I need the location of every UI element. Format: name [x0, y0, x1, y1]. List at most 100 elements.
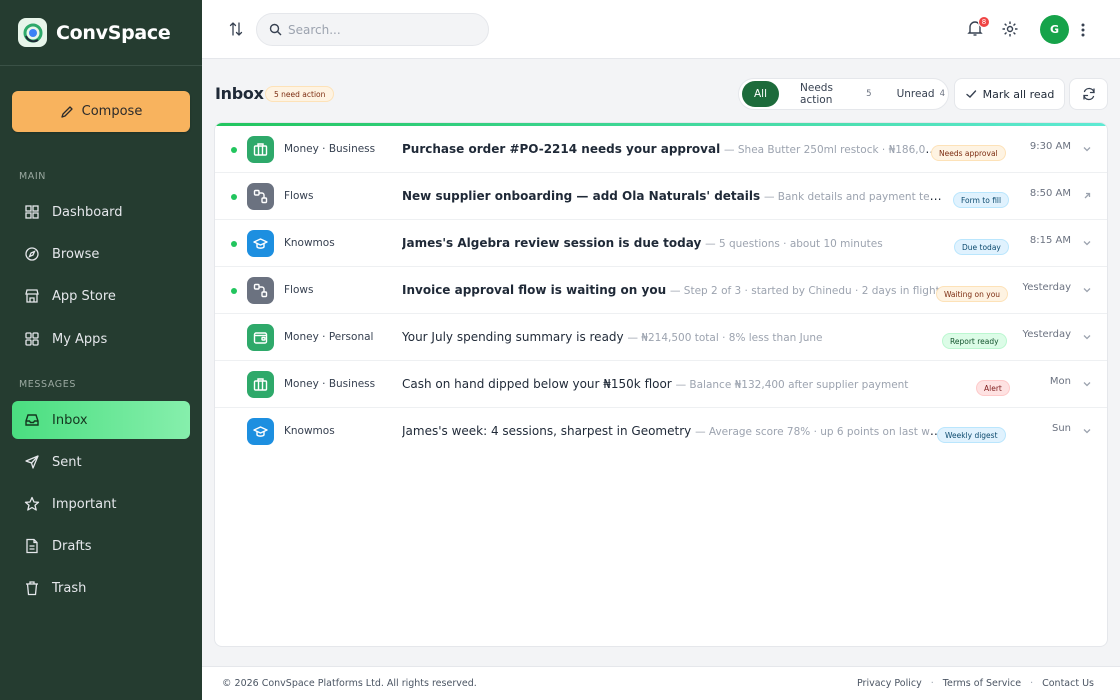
status-badge: Weekly digest	[937, 427, 1006, 443]
message-source: Money · Personal	[284, 331, 374, 343]
tab-unread[interactable]: Unread 4	[897, 81, 945, 107]
message-row[interactable]: Knowmos James's Algebra review session i…	[215, 220, 1107, 267]
settings-button[interactable]	[1001, 20, 1021, 40]
top-bar: 8 G	[202, 0, 1120, 59]
refresh-button[interactable]	[1069, 78, 1108, 110]
message-subject-line: Cash on hand dipped below your ₦150k flo…	[402, 377, 942, 391]
more-options-icon[interactable]	[1076, 20, 1090, 40]
chevron-down-icon[interactable]	[1081, 284, 1093, 296]
message-source: Knowmos	[284, 237, 335, 249]
status-badge: Waiting on you	[936, 286, 1009, 302]
copyright-text: © 2026 ConvSpace Platforms Ltd. All righ…	[222, 678, 477, 689]
sidebar-item-drafts[interactable]: Drafts	[12, 527, 190, 565]
search-input[interactable]	[288, 22, 478, 37]
tab-label: All	[754, 88, 768, 100]
message-preview: — Balance ₦132,400 after supplier paymen…	[675, 379, 909, 391]
compose-button[interactable]: Compose	[12, 91, 190, 132]
chevron-down-icon[interactable]	[1081, 143, 1093, 155]
sidebar-item-dashboard[interactable]: Dashboard	[12, 193, 190, 231]
avatar[interactable]: G	[1040, 15, 1069, 44]
sidebar-item-inbox[interactable]: Inbox	[12, 401, 190, 439]
sidebar-item-label: Dashboard	[52, 204, 123, 220]
chevron-down-icon[interactable]	[1081, 378, 1093, 390]
tab-count: 5	[866, 89, 872, 99]
page-title: Inbox	[215, 84, 264, 103]
message-row[interactable]: Flows New supplier onboarding — add Ola …	[215, 173, 1107, 220]
sidebar-item-my-apps[interactable]: My Apps	[12, 320, 190, 358]
message-row[interactable]: Money · Business Purchase order #PO-2214…	[215, 126, 1107, 173]
message-source: Flows	[284, 190, 314, 202]
briefcase-icon	[247, 136, 274, 163]
chevron-down-icon[interactable]	[1081, 425, 1093, 437]
message-row[interactable]: Flows Invoice approval flow is waiting o…	[215, 267, 1107, 314]
sort-icon[interactable]	[226, 18, 246, 40]
chevron-down-icon[interactable]	[1081, 237, 1093, 249]
message-subject-line: Purchase order #PO-2214 needs your appro…	[402, 142, 942, 156]
message-preview: — Step 2 of 3 · started by Chinedu · 2 d…	[669, 285, 940, 297]
message-row[interactable]: Money · Personal Your July spending summ…	[215, 314, 1107, 361]
message-row[interactable]: Knowmos James's week: 4 sessions, sharpe…	[215, 408, 1107, 455]
message-subject-line: New supplier onboarding — add Ola Natura…	[402, 189, 942, 203]
privacy-policy-link[interactable]: Privacy Policy	[857, 678, 922, 689]
tab-all[interactable]: All	[742, 81, 780, 107]
wallet-icon	[247, 324, 274, 351]
message-subject: New supplier onboarding — add Ola Natura…	[402, 189, 761, 203]
sidebar-item-sent[interactable]: Sent	[12, 443, 190, 481]
graduation-cap-icon	[247, 418, 274, 445]
sidebar-item-important[interactable]: Important	[12, 485, 190, 523]
send-icon	[25, 455, 39, 469]
message-time: Yesterday	[1022, 329, 1071, 340]
mark-all-read-label: Mark all read	[982, 87, 1055, 101]
terms-of-service-link[interactable]: Terms of Service	[943, 678, 1021, 689]
message-source: Flows	[284, 284, 314, 296]
main-section-label: MAIN	[19, 171, 47, 182]
chevron-down-icon[interactable]	[1081, 331, 1093, 343]
message-subject-line: James's Algebra review session is due to…	[402, 236, 942, 250]
notifications-button[interactable]: 8	[966, 16, 990, 39]
compose-label: Compose	[81, 104, 143, 119]
flow-icon	[247, 183, 274, 210]
search-bar[interactable]	[256, 13, 489, 46]
search-icon	[269, 23, 282, 36]
tab-needs-action[interactable]: Needs action 5	[800, 81, 872, 107]
sidebar-item-browse[interactable]: Browse	[12, 235, 190, 273]
contact-us-link[interactable]: Contact Us	[1042, 678, 1094, 689]
message-subject: James's Algebra review session is due to…	[402, 236, 702, 250]
sidebar-item-app-store[interactable]: App Store	[12, 277, 190, 315]
message-list: Money · Business Purchase order #PO-2214…	[214, 122, 1108, 647]
status-badge: Form to fill	[953, 192, 1010, 208]
grid-icon	[25, 332, 39, 346]
filter-tabs: All Needs action 5 Unread 4	[738, 78, 949, 110]
tab-label: Needs action	[800, 82, 833, 106]
brand: ConvSpace	[0, 0, 202, 66]
mark-all-read-button[interactable]: Mark all read	[954, 78, 1065, 110]
message-preview: — Bank details and payment terms · start…	[763, 191, 942, 203]
draft-icon	[26, 538, 38, 554]
footer-separator: ·	[1030, 678, 1034, 689]
message-subject-line: Your July spending summary is ready — ₦2…	[402, 330, 942, 344]
convspace-logo-icon[interactable]	[18, 18, 47, 47]
unread-dot	[231, 241, 237, 247]
sidebar-item-label: Important	[52, 496, 117, 512]
message-preview: — ₦214,500 total · 8% less than June	[627, 332, 823, 344]
store-icon	[25, 289, 39, 303]
message-row[interactable]: Money · Business Cash on hand dipped bel…	[215, 361, 1107, 408]
briefcase-icon	[247, 371, 274, 398]
footer-links: Privacy Policy · Terms of Service · Cont…	[857, 678, 1094, 689]
sidebar-item-trash[interactable]: Trash	[12, 569, 190, 607]
message-time: 8:50 AM	[1029, 188, 1071, 199]
sidebar-item-label: Sent	[52, 454, 82, 470]
gear-icon	[1002, 21, 1018, 37]
message-subject-line: Invoice approval flow is waiting on you …	[402, 283, 942, 297]
status-badge: Alert	[976, 380, 1010, 396]
graduation-cap-icon	[247, 230, 274, 257]
sidebar-item-label: My Apps	[52, 331, 108, 347]
message-time: Yesterday	[1022, 282, 1071, 293]
sidebar-item-label: Trash	[52, 580, 87, 596]
message-subject: Cash on hand dipped below your ₦150k flo…	[402, 377, 672, 391]
unread-dot	[231, 288, 237, 294]
external-link-icon[interactable]	[1081, 190, 1093, 202]
message-time: Mon	[1049, 376, 1071, 387]
message-preview: — Average score 78% · up 6 points on las…	[695, 426, 942, 438]
compass-icon	[25, 247, 39, 261]
